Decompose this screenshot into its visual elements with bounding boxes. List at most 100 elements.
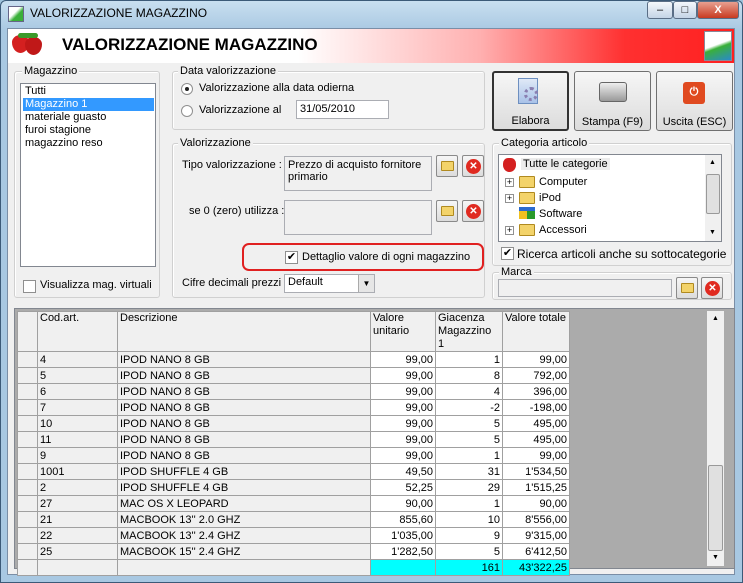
cell-giacenza: 5: [435, 415, 503, 432]
table-row[interactable]: 5 IPOD NANO 8 GB 99,00 8 792,00: [17, 367, 570, 384]
expand-icon[interactable]: +: [505, 194, 514, 203]
tree-scrollbar[interactable]: ▲ ▼: [705, 155, 721, 241]
tree-item[interactable]: Accessori: [539, 222, 587, 238]
close-button[interactable]: X: [697, 1, 739, 19]
list-item[interactable]: materiale guasto: [23, 111, 154, 124]
tipo-clear-button[interactable]: ✕: [462, 155, 484, 177]
cell-descrizione: IPOD NANO 8 GB: [117, 415, 371, 432]
row-header[interactable]: [17, 543, 38, 560]
cell-descrizione: MAC OS X LEOPARD: [117, 495, 371, 512]
cell-descrizione: IPOD NANO 8 GB: [117, 367, 371, 384]
elabora-button[interactable]: Elabora: [492, 71, 569, 131]
cell-descrizione: IPOD NANO 8 GB: [117, 351, 371, 368]
cell-cod: 11: [37, 431, 118, 448]
col-header-giacenza[interactable]: Giacenza Magazzino 1: [435, 311, 503, 352]
table-row[interactable]: 10 IPOD NANO 8 GB 99,00 5 495,00: [17, 415, 570, 432]
tree-item[interactable]: iPod: [539, 190, 561, 206]
cell-descrizione: IPOD SHUFFLE 4 GB: [117, 463, 371, 480]
cell-giacenza: 1: [435, 495, 503, 512]
maximize-button[interactable]: □: [673, 1, 697, 19]
row-header[interactable]: [17, 479, 38, 496]
uscita-button[interactable]: ⏻ Uscita (ESC): [656, 71, 733, 131]
sottocategorie-checkbox[interactable]: ✔: [501, 247, 514, 260]
col-header-valore-totale[interactable]: Valore totale: [502, 311, 570, 352]
se0-field[interactable]: [284, 200, 432, 235]
cell-valore-unitario: 99,00: [370, 351, 436, 368]
stampa-button[interactable]: Stampa (F9): [574, 71, 651, 131]
se0-clear-button[interactable]: ✕: [462, 200, 484, 222]
table-row[interactable]: 7 IPOD NANO 8 GB 99,00 -2 -198,00: [17, 399, 570, 416]
table-row[interactable]: 4 IPOD NANO 8 GB 99,00 1 99,00: [17, 351, 570, 368]
row-header[interactable]: [17, 383, 38, 400]
categoria-legend: Categoria articolo: [499, 137, 590, 149]
table-row[interactable]: 6 IPOD NANO 8 GB 99,00 4 396,00: [17, 383, 570, 400]
row-header[interactable]: [17, 415, 38, 432]
marca-browse-button[interactable]: [676, 277, 698, 299]
row-header[interactable]: [17, 431, 38, 448]
se0-browse-button[interactable]: [436, 200, 458, 222]
cell-valore-unitario: 99,00: [370, 431, 436, 448]
cell-valore-unitario: 99,00: [370, 415, 436, 432]
cifre-select[interactable]: Default ▼: [284, 274, 375, 293]
tree-root[interactable]: Tutte le categorie: [521, 158, 610, 170]
marca-clear-button[interactable]: ✕: [701, 277, 723, 299]
table-row[interactable]: 25 MACBOOK 15'' 2.4 GHZ 1'282,50 5 6'412,50: [17, 543, 570, 560]
chevron-down-icon[interactable]: ▼: [358, 275, 374, 292]
magazzino-list[interactable]: Tutti Magazzino 1 materiale guasto furoi…: [20, 83, 156, 267]
cell-cod: 22: [37, 527, 118, 544]
table-row[interactable]: 27 MAC OS X LEOPARD 90,00 1 90,00: [17, 495, 570, 512]
scroll-up-icon[interactable]: ▲: [712, 315, 719, 322]
cell-giacenza: 1: [435, 351, 503, 368]
cell-giacenza: 9: [435, 527, 503, 544]
cell-valore-totale: 792,00: [502, 367, 570, 384]
categoria-tree[interactable]: Tutte le categorie + Computer + iPod Sof…: [498, 154, 722, 242]
row-header[interactable]: [17, 511, 38, 528]
table-row[interactable]: 1001 IPOD SHUFFLE 4 GB 49,50 31 1'534,50: [17, 463, 570, 480]
scroll-down-icon[interactable]: ▼: [712, 554, 719, 561]
list-item[interactable]: furoi stagione: [23, 124, 154, 137]
row-header[interactable]: [17, 495, 38, 512]
cell-cod: 6: [37, 383, 118, 400]
grid-scrollbar[interactable]: ▲ ▼: [707, 311, 724, 566]
virtual-checkbox[interactable]: [23, 280, 36, 293]
marca-field[interactable]: [498, 279, 672, 297]
cell-giacenza: 5: [435, 431, 503, 448]
dettaglio-checkbox[interactable]: ✔: [285, 251, 298, 264]
expand-icon[interactable]: +: [505, 178, 514, 187]
table-row[interactable]: 22 MACBOOK 13'' 2.4 GHZ 1'035,00 9 9'315,00: [17, 527, 570, 544]
cell-valore-unitario: 1'282,50: [370, 543, 436, 560]
tipo-label: Tipo valorizzazione :: [182, 159, 282, 171]
expand-icon[interactable]: +: [505, 226, 514, 235]
cell-valore-unitario: 49,50: [370, 463, 436, 480]
list-item[interactable]: Tutti: [23, 85, 154, 98]
row-header[interactable]: [17, 463, 38, 480]
list-item[interactable]: magazzino reso: [23, 137, 154, 150]
cell-cod: 9: [37, 447, 118, 464]
col-header-cod[interactable]: Cod.art.: [37, 311, 118, 352]
radio-data-al[interactable]: [181, 105, 193, 117]
row-header[interactable]: [17, 399, 38, 416]
cell-cod: 5: [37, 367, 118, 384]
table-row[interactable]: 2 IPOD SHUFFLE 4 GB 52,25 29 1'515,25: [17, 479, 570, 496]
row-header[interactable]: [17, 351, 38, 368]
tipo-field[interactable]: Prezzo di acquisto fornitore primario: [284, 156, 432, 191]
tree-item[interactable]: Software: [539, 206, 582, 222]
tipo-browse-button[interactable]: [436, 155, 458, 177]
elabora-label: Elabora: [511, 115, 550, 127]
col-header-valore-unitario[interactable]: Valore unitario: [370, 311, 436, 352]
cell-cod: 27: [37, 495, 118, 512]
date-input[interactable]: 31/05/2010: [296, 100, 389, 119]
row-header[interactable]: [17, 447, 38, 464]
cell-giacenza: 31: [435, 463, 503, 480]
row-header[interactable]: [17, 527, 38, 544]
col-header-descrizione[interactable]: Descrizione: [117, 311, 371, 352]
table-row[interactable]: 21 MACBOOK 13'' 2.0 GHZ 855,60 10 8'556,00: [17, 511, 570, 528]
minimize-button[interactable]: –: [647, 1, 673, 19]
scroll-thumb[interactable]: [708, 465, 723, 551]
row-header[interactable]: [17, 367, 38, 384]
tree-item[interactable]: Computer: [539, 174, 587, 190]
table-row[interactable]: 9 IPOD NANO 8 GB 99,00 1 99,00: [17, 447, 570, 464]
radio-data-odierna[interactable]: [181, 83, 193, 95]
table-row[interactable]: 11 IPOD NANO 8 GB 99,00 5 495,00: [17, 431, 570, 448]
list-item[interactable]: Magazzino 1: [23, 98, 154, 111]
